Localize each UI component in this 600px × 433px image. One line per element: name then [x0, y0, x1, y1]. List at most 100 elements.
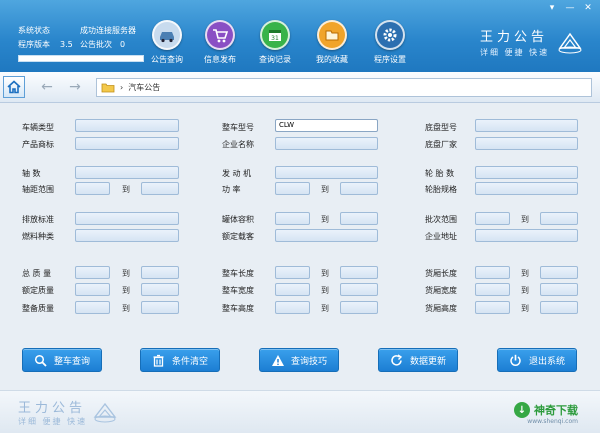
button-label: 条件清空 [171, 356, 208, 367]
vehicle-height-min-input[interactable] [275, 301, 310, 314]
rated-mass-min-input[interactable] [75, 283, 110, 296]
vehicle-length-max-input[interactable] [340, 266, 378, 279]
curb-mass-label: 整备质量 [22, 304, 54, 313]
cargo-height-max-input[interactable] [540, 301, 578, 314]
menu-dropdown-icon[interactable]: ▾ [544, 2, 560, 14]
vehicle-type-input[interactable] [75, 119, 179, 132]
total-mass-min-input[interactable] [75, 266, 110, 279]
total-mass-label: 总 质 量 [22, 269, 52, 278]
vehicle-width-min-input[interactable] [275, 283, 310, 296]
vehicle-query-button[interactable]: 整车查询 [22, 348, 102, 372]
chassis-model-label: 底盘型号 [425, 123, 457, 132]
rated-passengers-input[interactable] [275, 229, 378, 242]
company-name-input[interactable] [275, 137, 378, 150]
cargo-length-min-input[interactable] [475, 266, 510, 279]
close-button[interactable]: ✕ [580, 2, 596, 14]
tire-spec-input[interactable] [475, 182, 578, 195]
fuel-type-input[interactable] [75, 229, 179, 242]
tire-count-input[interactable] [475, 166, 578, 179]
cargo-width-label: 货厢宽度 [425, 286, 457, 295]
tire-spec-label: 轮胎规格 [425, 185, 457, 194]
query-tips-button[interactable]: 查询技巧 [259, 348, 339, 372]
calendar-icon: 31 [260, 20, 290, 50]
cart-icon [205, 20, 235, 50]
nav-label: 程序设置 [374, 55, 406, 64]
chassis-model-input[interactable] [475, 119, 578, 132]
exit-system-button[interactable]: 退出系统 [497, 348, 577, 372]
axle-count-input[interactable] [75, 166, 179, 179]
range-to-label: 到 [321, 304, 329, 313]
cargo-length-max-input[interactable] [540, 266, 578, 279]
data-update-button[interactable]: 数据更新 [378, 348, 458, 372]
curb-mass-min-input[interactable] [75, 301, 110, 314]
product-brand-input[interactable] [75, 137, 179, 150]
tank-volume-min-input[interactable] [275, 212, 310, 225]
app-header: ▾ — ✕ 系统状态 成功连接服务器 程序版本 3.5 公告批次 0 公告查询 … [0, 0, 600, 72]
cargo-height-label: 货厢高度 [425, 304, 457, 313]
rated-mass-max-input[interactable] [141, 283, 179, 296]
nav-info-publish[interactable]: 信息发布 [192, 20, 248, 65]
engine-input[interactable] [275, 166, 378, 179]
back-arrow-icon[interactable]: ← [38, 78, 56, 96]
query-form: 车辆类型 产品商标 轴 数 轴距范围 到 排放标准 燃料种类 总 质 量 到 额… [0, 103, 600, 383]
breadcrumb: › 汽车公告 [96, 78, 592, 97]
range-to-label: 到 [321, 215, 329, 224]
app-logo: 王力公告 详细 便捷 快速 [480, 26, 584, 60]
brand-name: 神奇下载 [534, 404, 578, 417]
tank-volume-label: 罐体容积 [222, 215, 254, 224]
vehicle-height-label: 整车高度 [222, 304, 254, 313]
svg-text:31: 31 [271, 35, 279, 42]
vehicle-model-input[interactable]: CLW [275, 119, 378, 132]
company-address-input[interactable] [475, 229, 578, 242]
download-arrow-icon: ↓ [514, 402, 530, 418]
nav-query-records[interactable]: 31 查询记录 [247, 20, 303, 65]
company-name-label: 企业名称 [222, 140, 254, 149]
progress-bar [18, 55, 144, 62]
batch-range-label: 批次范围 [425, 215, 457, 224]
chassis-maker-input[interactable] [475, 137, 578, 150]
nav-announcement-query[interactable]: 公告查询 [139, 20, 195, 65]
range-to-label: 到 [122, 269, 130, 278]
power-min-input[interactable] [275, 182, 310, 195]
vehicle-length-label: 整车长度 [222, 269, 254, 278]
company-address-label: 企业地址 [425, 232, 457, 241]
version-label: 程序版本 [18, 40, 50, 49]
breadcrumb-item[interactable]: 汽车公告 [128, 82, 160, 93]
forward-arrow-icon[interactable]: → [66, 78, 84, 96]
power-max-input[interactable] [340, 182, 378, 195]
search-icon [34, 353, 48, 367]
home-button[interactable] [3, 76, 25, 98]
wheelbase-min-input[interactable] [75, 182, 110, 195]
emission-std-input[interactable] [75, 212, 179, 225]
batch-value: 0 [120, 40, 126, 49]
logo-mark-icon [558, 32, 582, 54]
button-label: 退出系统 [528, 356, 565, 367]
range-to-label: 到 [521, 304, 529, 313]
power-label: 功 率 [222, 185, 241, 194]
product-brand-label: 产品商标 [22, 140, 54, 149]
cargo-width-max-input[interactable] [540, 283, 578, 296]
tank-volume-max-input[interactable] [340, 212, 378, 225]
nav-my-favorites[interactable]: 我的收藏 [304, 20, 360, 65]
nav-program-settings[interactable]: 程序设置 [362, 20, 418, 65]
total-mass-max-input[interactable] [141, 266, 179, 279]
vehicle-height-max-input[interactable] [340, 301, 378, 314]
range-to-label: 到 [321, 185, 329, 194]
minimize-button[interactable]: — [562, 2, 578, 14]
range-to-label: 到 [122, 185, 130, 194]
curb-mass-max-input[interactable] [141, 301, 179, 314]
range-to-label: 到 [521, 215, 529, 224]
wheelbase-max-input[interactable] [141, 182, 179, 195]
button-label: 查询技巧 [290, 356, 327, 367]
clear-conditions-button[interactable]: 条件清空 [140, 348, 220, 372]
engine-label: 发 动 机 [222, 169, 252, 178]
range-to-label: 到 [122, 286, 130, 295]
cargo-height-min-input[interactable] [475, 301, 510, 314]
folder-icon [317, 20, 347, 50]
cargo-width-min-input[interactable] [475, 283, 510, 296]
range-to-label: 到 [321, 269, 329, 278]
batch-min-input[interactable] [475, 212, 510, 225]
batch-max-input[interactable] [540, 212, 578, 225]
vehicle-width-max-input[interactable] [340, 283, 378, 296]
vehicle-length-min-input[interactable] [275, 266, 310, 279]
